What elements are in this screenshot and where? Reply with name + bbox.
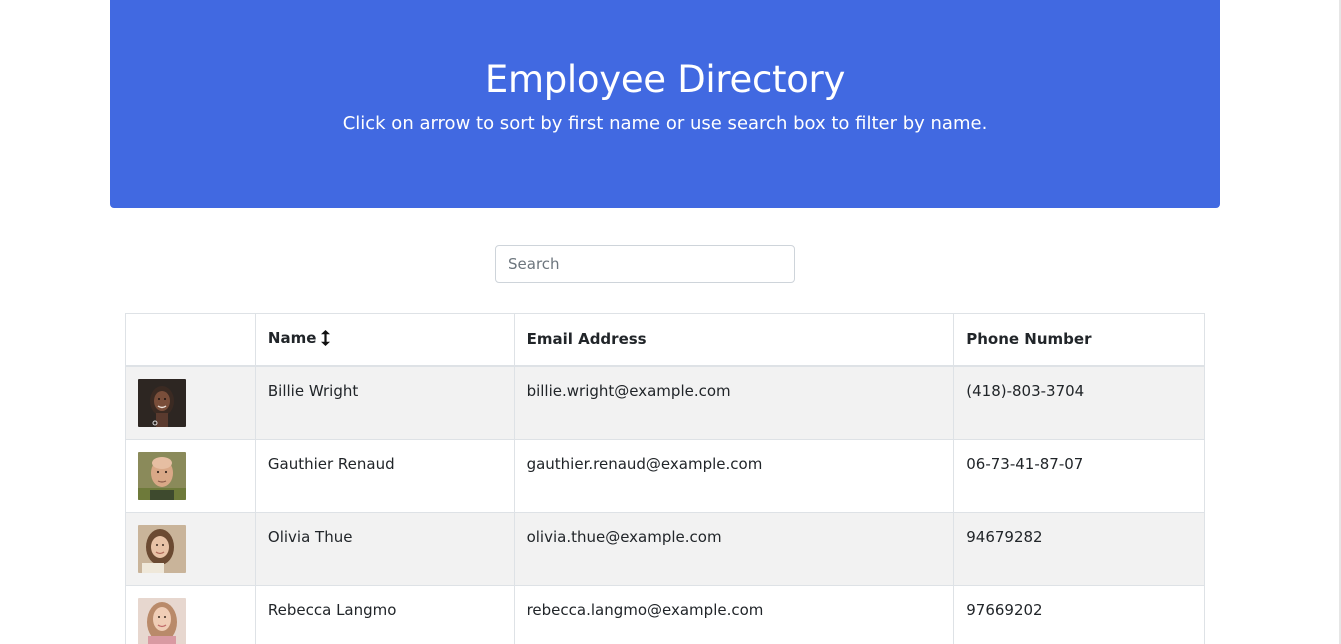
email-cell: gauthier.renaud@example.com [513, 438, 955, 513]
column-header-name[interactable]: Name [254, 313, 515, 367]
employee-phone: 06-73-41-87-07 [966, 454, 1084, 473]
email-cell: rebecca.langmo@example.com [513, 584, 955, 644]
page: Employee Directory Click on arrow to sor… [0, 0, 1341, 644]
avatar-cell [125, 584, 256, 644]
phone-cell: 97669202 [953, 584, 1205, 644]
employee-name: Gauthier Renaud [267, 454, 395, 473]
phone-cell: 06-73-41-87-07 [953, 438, 1205, 513]
search-input[interactable] [495, 245, 795, 283]
email-cell: olivia.thue@example.com [513, 511, 955, 586]
table-row: Gauthier Renaud gauthier.renaud@example.… [125, 438, 1205, 513]
name-cell: Billie Wright [254, 365, 515, 440]
table-header-row: Name Email Address Phone Number [125, 313, 1205, 367]
employee-table: Name Email Address Phone Number Billie W… [125, 313, 1205, 644]
employee-email: gauthier.renaud@example.com [526, 454, 763, 473]
email-cell: billie.wright@example.com [513, 365, 955, 440]
page-title: Employee Directory [484, 58, 846, 101]
column-header-phone: Phone Number [953, 313, 1205, 367]
employee-email: olivia.thue@example.com [526, 527, 722, 546]
page-subtitle: Click on arrow to sort by first name or … [342, 113, 988, 134]
employee-email: billie.wright@example.com [526, 381, 731, 400]
column-header-image [125, 313, 256, 367]
phone-cell: (418)-803-3704 [953, 365, 1205, 440]
avatar-cell [125, 438, 256, 513]
employee-name: Rebecca Langmo [267, 600, 397, 619]
avatar-icon [138, 451, 186, 500]
column-header-email: Email Address [513, 313, 955, 367]
avatar-icon [138, 597, 186, 644]
sort-arrow-icon[interactable] [321, 329, 331, 350]
header-banner: Employee Directory Click on arrow to sor… [110, 0, 1220, 208]
table-body: Billie Wright billie.wright@example.com … [125, 365, 1205, 644]
table-row: Rebecca Langmo rebecca.langmo@example.co… [125, 584, 1205, 644]
employee-name: Olivia Thue [267, 527, 353, 546]
column-header-name-label: Name [267, 328, 317, 347]
name-cell: Rebecca Langmo [254, 584, 515, 644]
employee-name: Billie Wright [267, 381, 359, 400]
name-cell: Olivia Thue [254, 511, 515, 586]
table-row: Billie Wright billie.wright@example.com … [125, 365, 1205, 440]
table-header: Name Email Address Phone Number [125, 313, 1205, 367]
avatar-icon [138, 524, 186, 573]
employee-phone: 94679282 [966, 527, 1043, 546]
employee-phone: (418)-803-3704 [966, 381, 1085, 400]
avatar-icon [138, 378, 186, 427]
name-cell: Gauthier Renaud [254, 438, 515, 513]
employee-phone: 97669202 [966, 600, 1043, 619]
avatar-cell [125, 365, 256, 440]
phone-cell: 94679282 [953, 511, 1205, 586]
employee-email: rebecca.langmo@example.com [526, 600, 764, 619]
table-row: Olivia Thue olivia.thue@example.com 9467… [125, 511, 1205, 586]
avatar-cell [125, 511, 256, 586]
search-container [495, 245, 795, 283]
